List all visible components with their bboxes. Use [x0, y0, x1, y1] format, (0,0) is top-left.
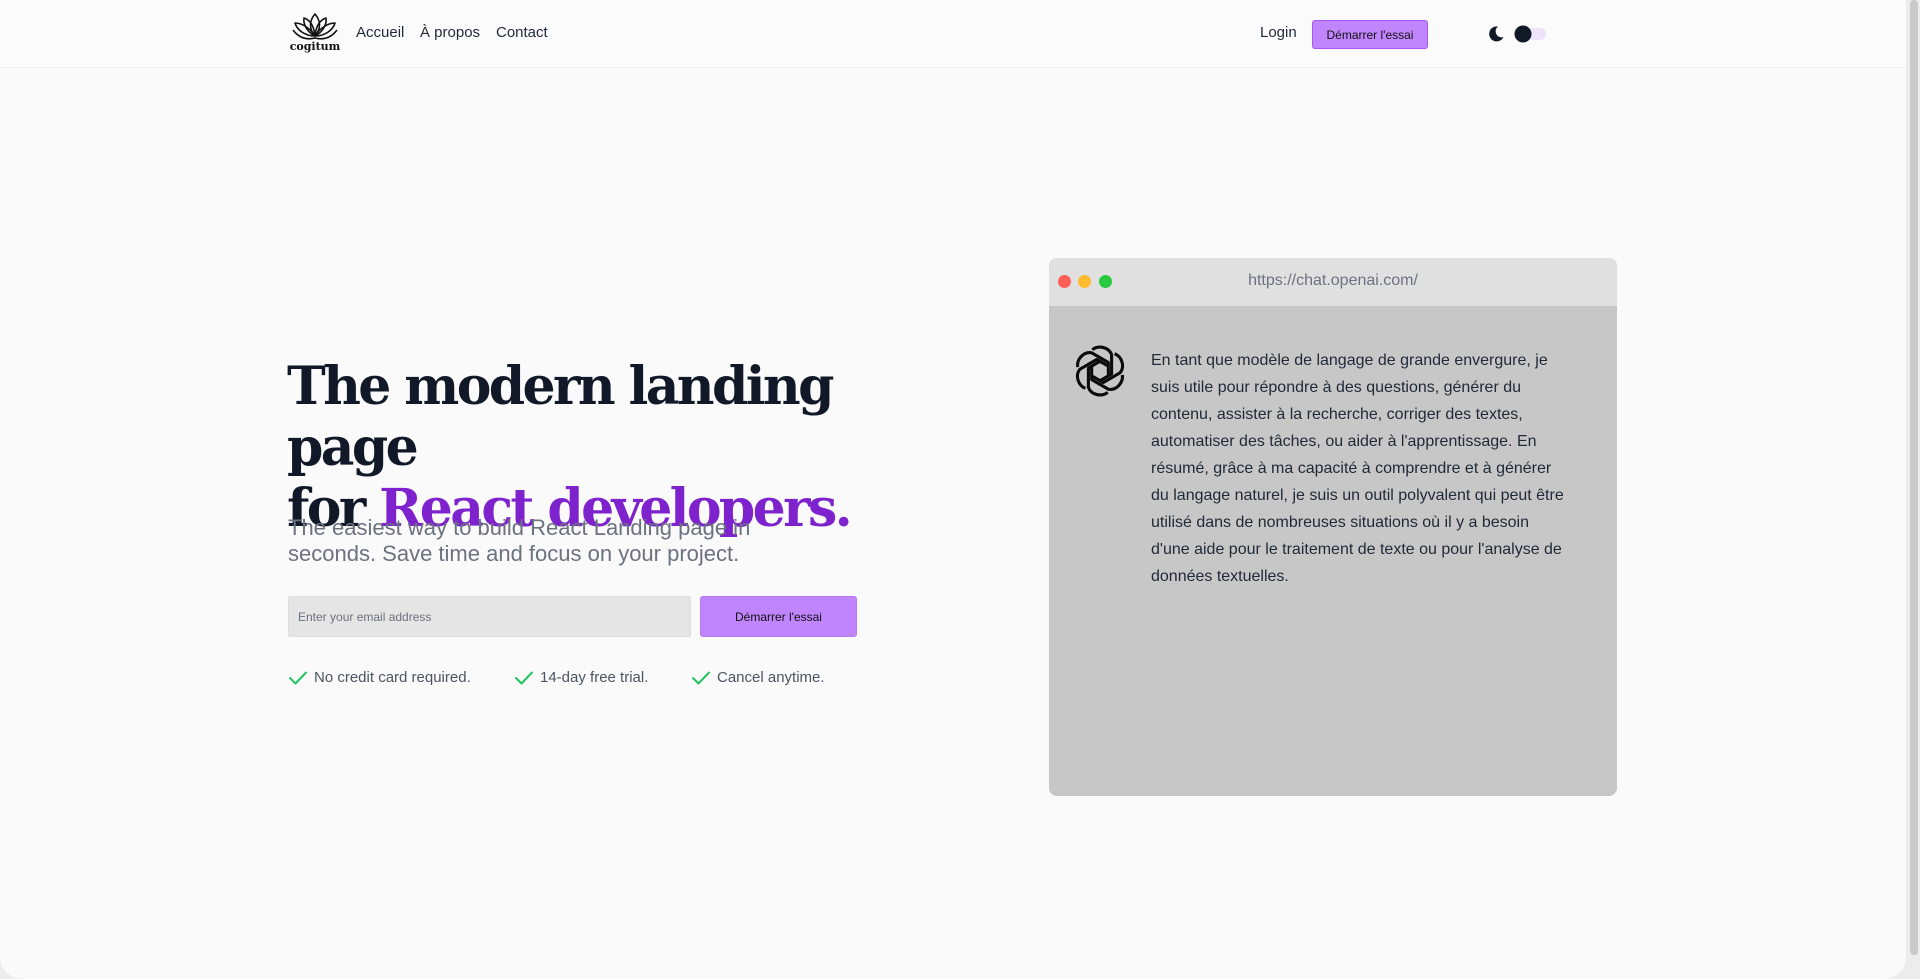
feature-label: No credit card required. [314, 669, 471, 686]
feature-label: Cancel anytime. [717, 669, 825, 686]
feature-no-credit-card: No credit card required. [288, 669, 471, 686]
scrollbar-thumb[interactable] [1910, 0, 1918, 955]
nav-a-propos[interactable]: À propos [420, 24, 480, 41]
login-link[interactable]: Login [1260, 24, 1297, 41]
hero-start-trial-button[interactable]: Démarrer l'essai [700, 596, 857, 637]
logo-wordmark: cogitum [290, 40, 341, 53]
check-icon [289, 671, 307, 684]
check-icon [692, 671, 710, 684]
hero-title: The modern landing page for React develo… [287, 356, 927, 539]
openai-logo-icon [1075, 345, 1125, 397]
hero-subtitle: The easiest way to build React Landing p… [288, 515, 751, 566]
moon-icon [1489, 26, 1504, 42]
theme-toggle[interactable] [1486, 24, 1550, 44]
cogitum-logo[interactable]: cogitum [287, 12, 343, 56]
hero-title-line1: The modern landing page [287, 356, 834, 478]
browser-url: https://chat.openai.com/ [1248, 272, 1418, 289]
email-input[interactable] [288, 596, 691, 637]
nav-accueil[interactable]: Accueil [356, 24, 404, 41]
browser-title-bar: https://chat.openai.com/ [1049, 258, 1617, 306]
feature-free-trial: 14-day free trial. [514, 669, 648, 686]
chat-response-text: En tant que modèle de langage de grande … [1151, 352, 1564, 585]
check-icon [515, 671, 533, 684]
feature-label: 14-day free trial. [540, 669, 649, 686]
nav-contact[interactable]: Contact [496, 24, 548, 41]
browser-mockup: https://chat.openai.com/ En tant que mod… [1049, 258, 1617, 796]
feature-cancel-anytime: Cancel anytime. [691, 669, 825, 686]
site-header: cogitum Accueil À propos Contact Login D… [0, 0, 1906, 68]
toggle-knob [1514, 25, 1532, 43]
header-start-trial-button[interactable]: Démarrer l'essai [1312, 20, 1428, 49]
page: cogitum Accueil À propos Contact Login D… [0, 0, 1906, 979]
